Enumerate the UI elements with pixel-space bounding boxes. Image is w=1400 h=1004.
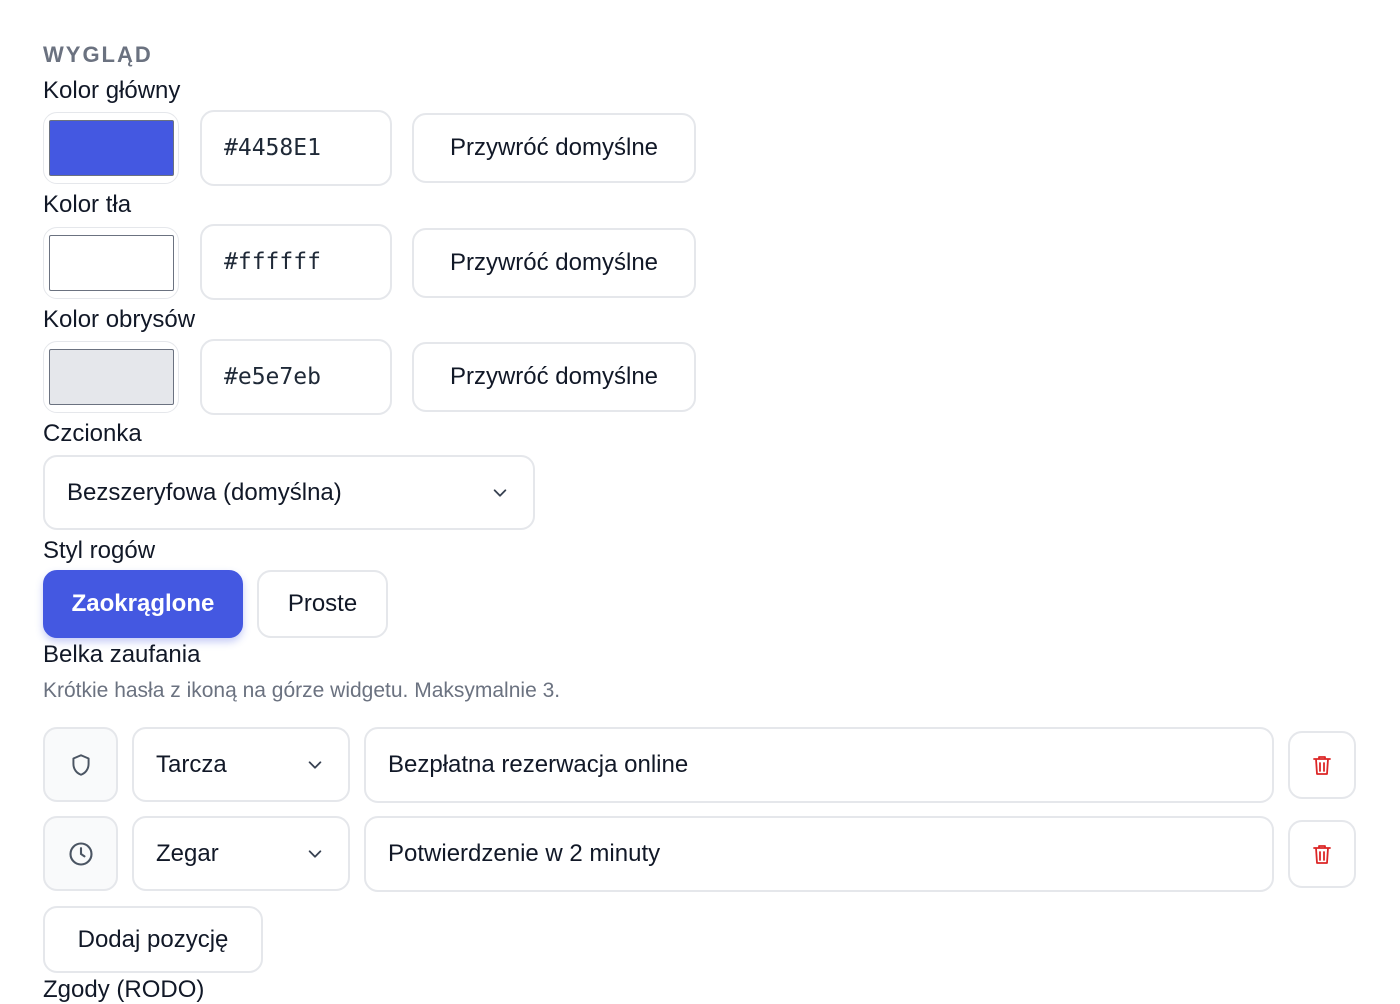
trust-item-icon-select-value: Zegar — [156, 839, 219, 867]
trust-item-text-input[interactable]: Bezpłatna rezerwacja online — [364, 727, 1274, 803]
primary-color-swatch — [49, 120, 174, 176]
background-color-reset-button[interactable]: Przywróć domyślne — [412, 228, 696, 298]
trust-item-icon-select[interactable]: Tarcza — [132, 727, 350, 802]
trust-item-icon-preview — [43, 816, 118, 891]
shield-icon — [71, 753, 90, 776]
trust-item-icon-select[interactable]: Zegar — [132, 816, 350, 891]
consents-title: Zgody (RODO) — [43, 976, 205, 1003]
trust-item-text-input[interactable]: Potwierdzenie w 2 minuty — [364, 816, 1274, 892]
trust-item-icon-select-value: Tarcza — [156, 750, 227, 778]
background-color-hex-input[interactable]: #ffffff — [200, 224, 392, 300]
corner-style-label: Styl rogów — [43, 537, 156, 564]
border-color-hex-input[interactable]: #e5e7eb — [200, 339, 392, 415]
chevron-down-icon — [493, 488, 507, 497]
add-trust-item-button[interactable]: Dodaj pozycję — [43, 906, 263, 973]
clock-icon — [68, 841, 93, 866]
trust-item-delete-button[interactable] — [1288, 820, 1356, 888]
border-color-label: Kolor obrysów — [43, 306, 196, 333]
border-color-picker[interactable] — [43, 341, 179, 413]
background-color-picker[interactable] — [43, 227, 179, 299]
corner-rounded-button[interactable]: Zaokrąglone — [43, 570, 243, 638]
trust-bar-description: Krótkie hasła z ikoną na górze widgetu. … — [43, 679, 561, 702]
background-color-swatch — [49, 235, 174, 291]
border-color-swatch — [49, 349, 174, 405]
trust-item-icon-preview — [43, 727, 118, 802]
primary-color-reset-button[interactable]: Przywróć domyślne — [412, 113, 696, 183]
primary-color-label: Kolor główny — [43, 77, 181, 104]
border-color-reset-button[interactable]: Przywróć domyślne — [412, 342, 696, 412]
trust-item-delete-button[interactable] — [1288, 731, 1356, 799]
trash-icon — [1313, 756, 1331, 775]
primary-color-hex-input[interactable]: #4458E1 — [200, 110, 392, 186]
section-title-appearance: WYGLĄD — [43, 42, 153, 67]
chevron-down-icon — [308, 849, 322, 858]
chevron-down-icon — [308, 760, 322, 769]
primary-color-picker[interactable] — [43, 112, 179, 184]
font-label: Czcionka — [43, 420, 142, 447]
corner-square-button[interactable]: Proste — [257, 570, 388, 638]
background-color-label: Kolor tła — [43, 191, 132, 218]
trust-bar-title: Belka zaufania — [43, 641, 201, 668]
font-select[interactable]: Bezszeryfowa (domyślna) — [43, 455, 535, 530]
font-select-value: Bezszeryfowa (domyślna) — [67, 478, 342, 506]
trash-icon — [1313, 845, 1331, 864]
